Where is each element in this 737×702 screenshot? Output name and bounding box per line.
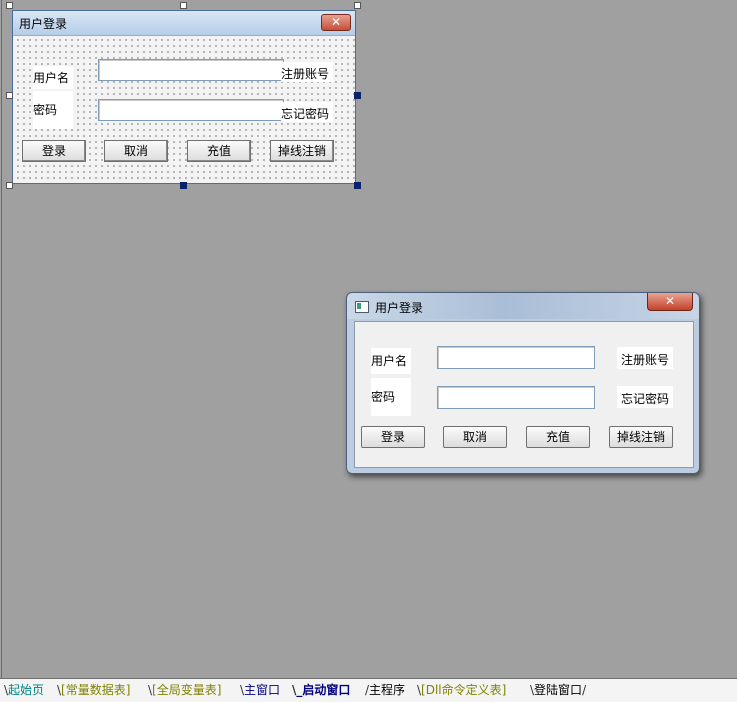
design-username-input[interactable] <box>98 59 284 81</box>
window-app-icon <box>355 301 369 313</box>
design-cancel-button[interactable]: 取消 <box>104 140 168 162</box>
design-password-input[interactable] <box>98 99 284 121</box>
tab-startup-window[interactable]: \_启动窗口 <box>292 681 350 699</box>
login-window-title: 用户登录 <box>375 301 424 315</box>
login-window-close-icon[interactable]: ✕ <box>647 293 693 311</box>
tab-main-window[interactable]: \主窗口 <box>240 681 280 699</box>
resize-handle-br[interactable] <box>354 182 361 189</box>
tab-login-window[interactable]: \登陆窗口/ <box>530 681 586 699</box>
tab-start-page[interactable]: \起始页 <box>4 681 44 699</box>
tab-dll-commands[interactable]: \[Dll命令定义表] <box>417 681 506 699</box>
resize-handle-ml[interactable] <box>6 92 13 99</box>
cancel-button[interactable]: 取消 <box>443 426 507 448</box>
workspace-left-border <box>1 0 2 678</box>
login-window[interactable]: 用户登录 ✕ 用户名 密码 注册账号 忘记密码 登录 取消 充值 掉线注销 <box>346 292 700 474</box>
design-username-label[interactable]: 用户名 <box>33 66 73 89</box>
resize-handle-mr[interactable] <box>354 92 361 99</box>
logout-button[interactable]: 掉线注销 <box>609 426 673 448</box>
login-button[interactable]: 登录 <box>361 426 425 448</box>
tab-constant-table[interactable]: \[常量数据表] <box>57 681 130 699</box>
resize-handle-tc[interactable] <box>180 2 187 9</box>
login-window-client: 用户名 密码 注册账号 忘记密码 登录 取消 充值 掉线注销 <box>354 321 694 468</box>
design-logout-button[interactable]: 掉线注销 <box>270 140 334 162</box>
editor-tab-strip: \起始页 \[常量数据表] \[全局变量表] \主窗口 \_启动窗口 /主程序 … <box>0 678 737 702</box>
design-recharge-button[interactable]: 充值 <box>187 140 251 162</box>
resize-handle-bc[interactable] <box>180 182 187 189</box>
resize-handle-bl[interactable] <box>6 182 13 189</box>
recharge-button[interactable]: 充值 <box>526 426 590 448</box>
design-login-button[interactable]: 登录 <box>22 140 86 162</box>
design-form-title: 用户登录 <box>19 17 68 31</box>
design-register-label[interactable]: 注册账号 <box>281 62 333 82</box>
design-forgot-label[interactable]: 忘记密码 <box>281 102 333 122</box>
login-window-titlebar[interactable]: 用户登录 ✕ <box>347 293 699 319</box>
design-form-login[interactable]: 用户登录 ✕ 用户名 密码 注册账号 忘记密码 登录 取消 充值 掉线注销 <box>12 10 356 184</box>
resize-handle-tl[interactable] <box>6 2 13 9</box>
tab-main-program[interactable]: /主程序 <box>365 681 405 699</box>
resize-handle-tr[interactable] <box>354 2 361 9</box>
username-input[interactable] <box>437 346 595 369</box>
username-label: 用户名 <box>371 348 411 374</box>
design-password-label[interactable]: 密码 <box>33 91 73 129</box>
password-label: 密码 <box>371 378 411 416</box>
register-account-link[interactable]: 注册账号 <box>617 347 673 369</box>
forgot-password-link[interactable]: 忘记密码 <box>617 386 673 408</box>
password-input[interactable] <box>437 386 595 409</box>
design-form-close-icon[interactable]: ✕ <box>321 14 351 31</box>
design-form-titlebar[interactable]: 用户登录 ✕ <box>13 11 355 36</box>
tab-global-variables[interactable]: \[全局变量表] <box>148 681 221 699</box>
